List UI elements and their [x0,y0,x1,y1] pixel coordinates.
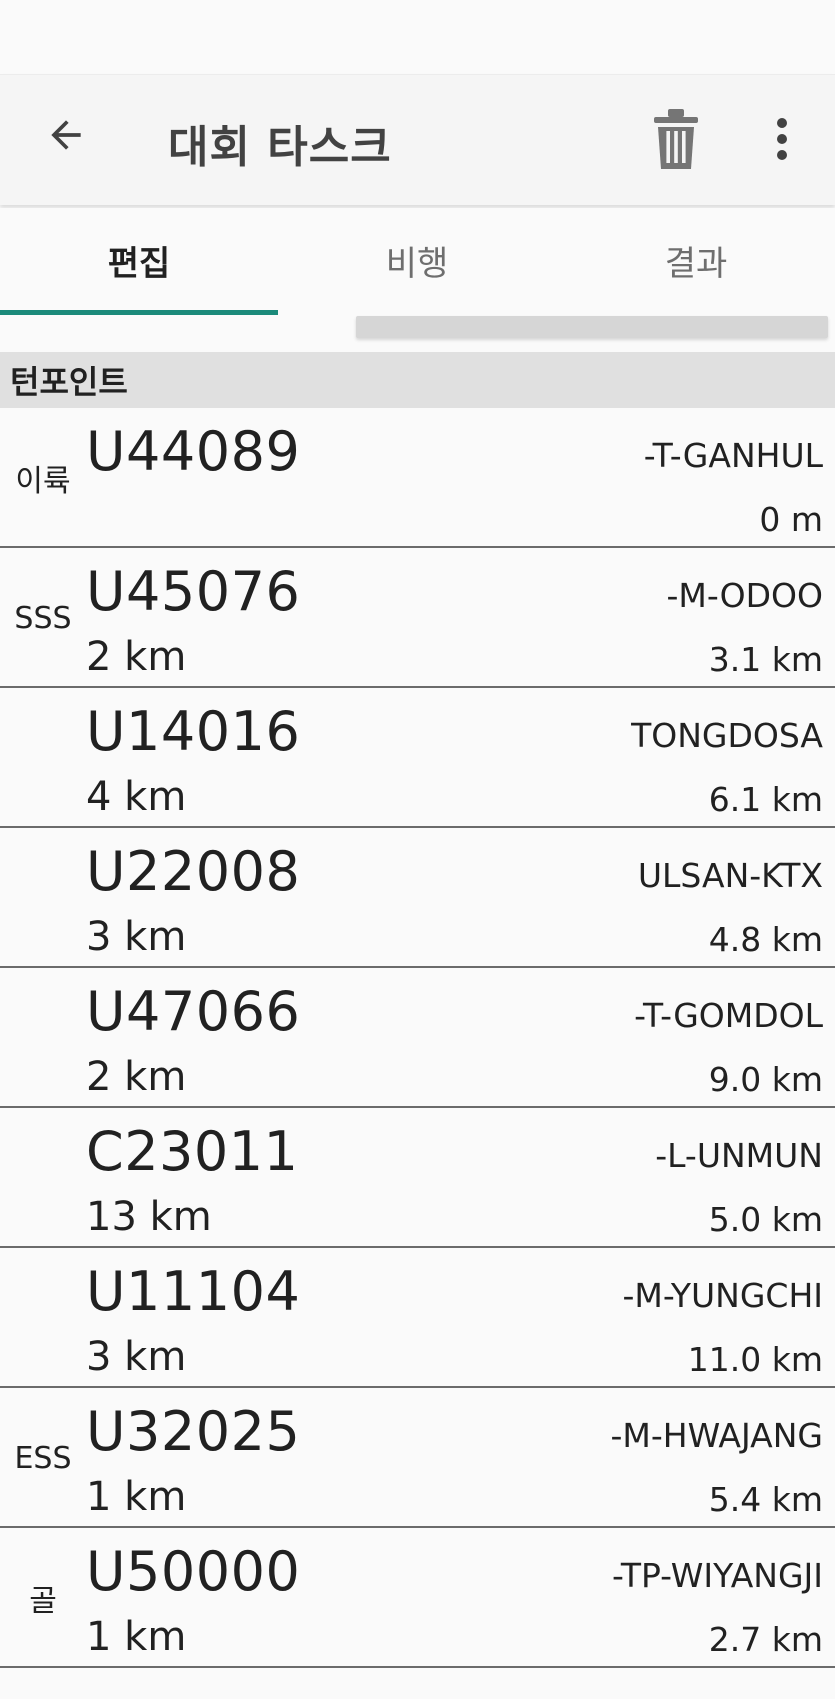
waypoint-list: 이륙 U44089 -T-GANHUL 0 m SSS U45076 2 km … [0,408,835,1668]
leg-distance: 2 km [86,634,187,680]
leg-distance: 3 km [86,1334,187,1380]
waypoint-type [6,1148,80,1208]
leg-distance: 2 km [86,1054,187,1100]
tab-edit[interactable]: 편집 [0,208,278,312]
trash-icon [654,109,698,173]
tab-indicator [0,310,278,315]
waypoint-type [6,728,80,788]
waypoint-id: U14016 [86,700,301,763]
waypoint-name: -M-YUNGCHI [622,1276,823,1315]
waypoint-name: -L-UNMUN [655,1136,823,1175]
waypoint-type: 이륙 [15,464,71,499]
waypoint-row[interactable]: C23011 13 km -L-UNMUN 5.0 km [0,1108,835,1248]
waypoint-name: -T-GOMDOL [634,996,823,1035]
leg-distance: 1 km [86,1614,187,1660]
status-bar [0,0,835,72]
waypoint-type [6,1288,80,1348]
waypoint-row[interactable]: 이륙 U44089 -T-GANHUL 0 m [0,408,835,548]
waypoint-id: U45076 [86,560,301,623]
cumulative-distance: 5.0 km [708,1200,823,1239]
waypoint-id: U47066 [86,980,301,1043]
waypoint-row[interactable]: SSS U45076 2 km -M-ODOO 3.1 km [0,548,835,688]
waypoint-name: -TP-WIYANGJI [611,1556,823,1595]
leg-distance: 4 km [86,774,187,820]
waypoint-id: U44089 [86,420,301,483]
waypoint-row[interactable]: U47066 2 km -T-GOMDOL 9.0 km [0,968,835,1108]
leg-distance: 3 km [86,914,187,960]
waypoint-name: ULSAN-KTX [637,856,823,895]
page-title: 대회 타스크 [168,122,392,173]
cumulative-distance: 3.1 km [708,640,823,679]
waypoint-type [6,868,80,928]
waypoint-row[interactable]: U11104 3 km -M-YUNGCHI 11.0 km [0,1248,835,1388]
waypoint-name: -M-ODOO [666,576,823,615]
cumulative-distance: 4.8 km [708,920,823,959]
more-vertical-icon [776,117,788,165]
waypoint-name: -M-HWAJANG [610,1416,824,1455]
waypoint-row[interactable]: ESS U32025 1 km -M-HWAJANG 5.4 km [0,1388,835,1528]
waypoint-id: U11104 [86,1260,301,1323]
leg-distance: 1 km [86,1474,187,1520]
cumulative-distance: 0 m [759,500,823,539]
waypoint-row[interactable]: U14016 4 km TONGDOSA 6.1 km [0,688,835,828]
waypoint-id: U50000 [86,1540,301,1603]
arrow-left-icon [44,113,88,161]
tab-bar: 편집 비행 결과 [0,208,835,338]
waypoint-type: SSS [14,600,72,636]
more-options-button[interactable] [752,103,812,179]
waypoint-row[interactable]: U22008 3 km ULSAN-KTX 4.8 km [0,828,835,968]
cumulative-distance: 11.0 km [687,1340,823,1379]
waypoint-id: C23011 [86,1120,299,1183]
delete-button[interactable] [640,103,712,179]
scroll-shadow [356,316,828,338]
waypoint-type: 골 [29,1584,57,1619]
cumulative-distance: 6.1 km [708,780,823,819]
waypoint-row[interactable]: 골 U50000 1 km -TP-WIYANGJI 2.7 km [0,1528,835,1668]
tab-results[interactable]: 결과 [557,208,835,312]
waypoint-type: ESS [14,1440,72,1476]
back-button[interactable] [34,105,98,169]
waypoint-id: U22008 [86,840,301,903]
waypoint-type [6,1008,80,1068]
section-header-turnpoints: 턴포인트 [0,352,835,408]
app-bar: 대회 타스크 [0,74,835,205]
cumulative-distance: 2.7 km [708,1620,823,1659]
leg-distance: 13 km [86,1194,212,1240]
tab-flight[interactable]: 비행 [278,208,556,312]
waypoint-name: TONGDOSA [631,716,823,755]
waypoint-name: -T-GANHUL [643,436,823,475]
cumulative-distance: 9.0 km [708,1060,823,1099]
waypoint-id: U32025 [86,1400,301,1463]
cumulative-distance: 5.4 km [708,1480,823,1519]
